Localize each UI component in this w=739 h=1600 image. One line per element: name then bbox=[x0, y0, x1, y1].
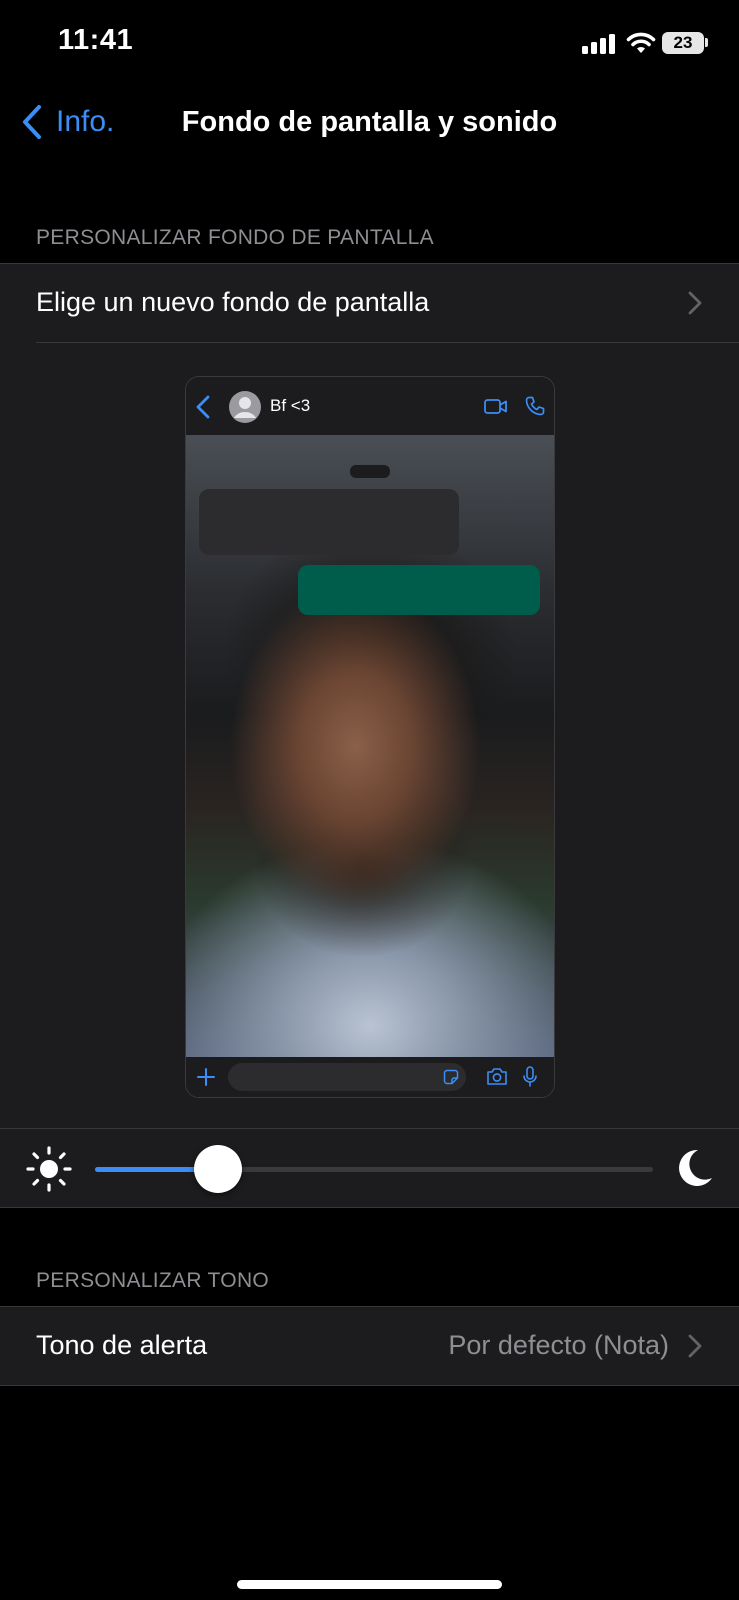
alert-tone-label: Tono de alerta bbox=[36, 1330, 208, 1360]
status-time: 11:41 bbox=[58, 24, 134, 56]
wifi-icon bbox=[626, 32, 656, 53]
preview-chat-header: Bf <3 bbox=[186, 377, 554, 435]
battery-tip bbox=[705, 38, 708, 47]
moon-icon[interactable] bbox=[676, 1148, 714, 1188]
preview-text-field bbox=[228, 1063, 466, 1091]
alert-tone-row[interactable]: Tono de alerta Por defecto (Nota) bbox=[0, 1307, 739, 1385]
outgoing-bubble bbox=[298, 565, 540, 615]
plus-icon bbox=[197, 1068, 215, 1086]
page-title: Fondo de pantalla y sonido bbox=[181, 106, 558, 138]
home-indicator[interactable] bbox=[237, 1580, 502, 1589]
divider bbox=[0, 1128, 739, 1129]
incoming-bubble bbox=[199, 489, 459, 555]
section-header-wallpaper: PERSONALIZAR FONDO DE PANTALLA bbox=[36, 226, 434, 249]
sun-icon[interactable] bbox=[26, 1146, 72, 1192]
alert-tone-value: Por defecto (Nota) bbox=[448, 1330, 669, 1360]
camera-icon bbox=[487, 1068, 507, 1085]
date-pill bbox=[350, 465, 390, 478]
phone-icon bbox=[525, 396, 545, 416]
choose-wallpaper-row[interactable]: Elige un nuevo fondo de pantalla bbox=[0, 264, 739, 342]
avatar bbox=[229, 391, 261, 423]
sticker-icon bbox=[443, 1069, 459, 1085]
wallpaper-preview: Bf <3 bbox=[185, 376, 555, 1098]
divider bbox=[36, 342, 739, 343]
battery-icon: 23 bbox=[662, 32, 704, 54]
divider bbox=[0, 1207, 739, 1208]
mic-icon bbox=[523, 1066, 537, 1087]
section-header-tone: PERSONALIZAR TONO bbox=[36, 1269, 270, 1292]
preview-input-bar bbox=[186, 1057, 554, 1097]
chevron-right-icon bbox=[688, 1334, 702, 1358]
choose-wallpaper-label: Elige un nuevo fondo de pantalla bbox=[36, 287, 430, 317]
dimming-slider-thumb[interactable] bbox=[193, 1145, 242, 1193]
preview-contact-name: Bf <3 bbox=[270, 396, 311, 415]
signal-icon bbox=[582, 34, 615, 54]
wallpaper-photo bbox=[186, 435, 554, 1057]
chevron-right-icon bbox=[688, 291, 702, 315]
video-icon bbox=[484, 399, 507, 414]
chevron-left-icon bbox=[196, 395, 210, 419]
divider bbox=[0, 1385, 739, 1386]
